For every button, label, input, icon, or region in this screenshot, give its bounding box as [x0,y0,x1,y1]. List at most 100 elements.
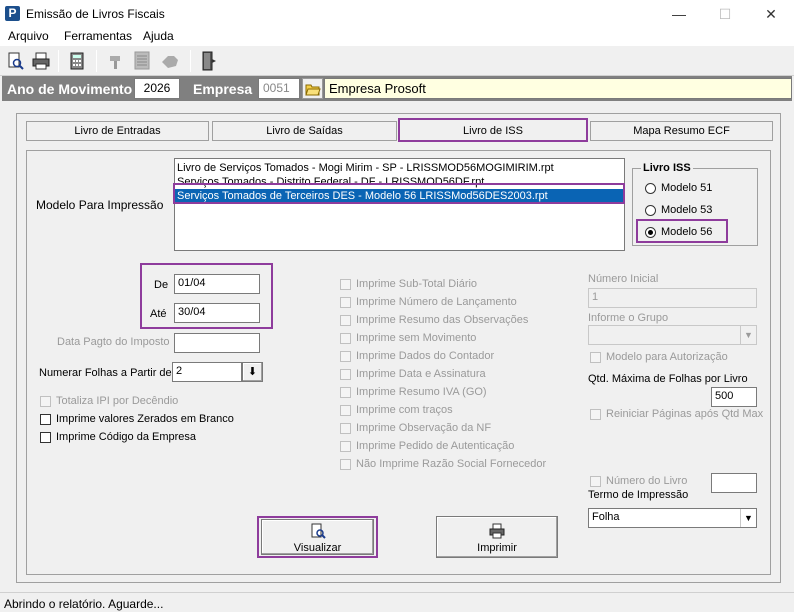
folder-open-icon[interactable] [302,78,323,99]
qtd-max-field[interactable]: 500 [711,387,757,407]
check-com-tracos[interactable]: Imprime com traços [340,401,546,419]
document-icon[interactable] [130,49,154,73]
preview-icon[interactable] [3,49,27,73]
checkbox-label: Imprime Dados do Contador [356,350,495,362]
checkbox[interactable] [40,431,51,443]
menu-bar: Arquivo Ferramentas Ajuda [0,28,794,46]
calculator-icon[interactable] [65,49,89,73]
exit-door-icon[interactable] [197,49,221,73]
checkbox[interactable] [590,408,601,420]
visualizar-label: Visualizar [293,542,342,554]
radio-button[interactable] [645,182,656,194]
hand-icon[interactable] [158,49,182,73]
check-numero-lancamento[interactable]: Imprime Número de Lançamento [340,293,546,311]
check-resumo-observacoes[interactable]: Imprime Resumo das Observações [340,311,546,329]
checkbox-label: Imprime Data e Assinatura [356,368,486,380]
print-icon [489,523,505,539]
check-resumo-iva[interactable]: Imprime Resumo IVA (GO) [340,383,546,401]
check-data-assinatura[interactable]: Imprime Data e Assinatura [340,365,546,383]
check-dados-contador[interactable]: Imprime Dados do Contador [340,347,546,365]
check-sem-movimento[interactable]: Imprime sem Movimento [340,329,546,347]
checkbox-label: Número do Livro [606,475,688,487]
radio-button[interactable] [645,204,656,216]
empresa-code-field[interactable]: 0051 [258,78,300,99]
numerar-field[interactable]: 2 [172,362,242,382]
tab-label: Mapa Resumo ECF [633,125,730,137]
menu-arquivo[interactable]: Arquivo [8,29,49,43]
radio-button-checked[interactable] [645,226,656,238]
termo-label: Termo de Impressão [588,489,689,501]
checkbox[interactable] [340,440,351,452]
check-razao-social[interactable]: Não Imprime Razão Social Fornecedor [340,455,546,473]
checkbox[interactable] [590,351,601,363]
termo-dropdown[interactable]: Folha ▼ [588,508,757,528]
checkbox[interactable] [340,422,351,434]
numero-livro-field[interactable] [711,473,757,493]
data-pagto-field[interactable] [174,333,260,353]
hammer-icon[interactable] [104,49,128,73]
imprimir-button[interactable]: Imprimir [436,516,558,558]
checkbox[interactable] [340,458,351,470]
radio-label: Modelo 56 [661,226,713,238]
visualizar-button[interactable]: Visualizar [261,519,374,555]
check-reiniciar-paginas[interactable]: Reiniciar Páginas após Qtd Max [590,408,763,420]
check-modelo-autorizacao[interactable]: Modelo para Autorização [590,351,728,363]
livro-iss-title: Livro ISS [641,162,693,174]
empresa-label: Empresa [193,81,253,97]
checkbox[interactable] [340,386,351,398]
check-valores-zerados[interactable]: Imprime valores Zerados em Branco [40,413,234,425]
check-codigo-empresa[interactable]: Imprime Código da Empresa [40,431,196,443]
radio-modelo-56[interactable]: Modelo 56 [645,226,712,238]
checkbox[interactable] [340,314,351,326]
check-observacao-nf[interactable]: Imprime Observação da NF [340,419,546,437]
checkbox[interactable] [340,296,351,308]
checkbox[interactable] [590,475,601,487]
modelo-label: Modelo Para Impressão [36,198,164,212]
chevron-down-icon[interactable]: ▼ [740,326,756,344]
minimize-button[interactable]: — [656,0,702,28]
modelo-list[interactable]: Livro de Serviços Tomados - Mogi Mirim -… [174,158,625,251]
check-pedido-autenticacao[interactable]: Imprime Pedido de Autenticação [340,437,546,455]
checkbox[interactable] [340,350,351,362]
middle-checks: Imprime Sub-Total Diário Imprime Número … [340,275,546,473]
menu-ferramentas[interactable]: Ferramentas [64,29,132,43]
de-field[interactable]: 01/04 [174,274,260,294]
checkbox[interactable] [40,395,51,407]
check-totaliza-ipi[interactable]: Totaliza IPI por Decêndio [40,395,178,407]
checkbox-label: Imprime sem Movimento [356,332,477,344]
app-icon: P [5,6,20,21]
window-title: Emissão de Livros Fiscais [26,7,165,21]
de-label: De [154,279,169,291]
radio-modelo-51[interactable]: Modelo 51 [645,182,712,194]
ano-field[interactable]: 2026 [134,78,180,99]
menu-ajuda[interactable]: Ajuda [143,29,174,43]
status-bar: Abrindo o relatório. Aguarde... [0,592,794,612]
grupo-label: Informe o Grupo [588,312,669,324]
numero-inicial-label: Número Inicial [588,273,659,285]
list-item[interactable]: Livro de Serviços Tomados - Mogi Mirim -… [175,161,624,175]
tab-livro-saidas[interactable]: Livro de Saídas [212,121,397,141]
radio-modelo-53[interactable]: Modelo 53 [645,204,712,216]
grupo-dropdown[interactable]: ▼ [588,325,757,345]
tab-mapa-resumo-ecf[interactable]: Mapa Resumo ECF [590,121,773,141]
checkbox[interactable] [340,404,351,416]
checkbox[interactable] [340,368,351,380]
checkbox[interactable] [340,278,351,290]
tab-livro-entradas[interactable]: Livro de Entradas [26,121,209,141]
tab-livro-iss[interactable]: Livro de ISS [398,118,588,142]
maximize-button[interactable]: ☐ [702,0,748,28]
imprimir-label: Imprimir [477,542,517,554]
checkbox[interactable] [340,332,351,344]
numero-inicial-field[interactable]: 1 [588,288,757,308]
print-icon[interactable] [29,49,53,73]
check-sub-total[interactable]: Imprime Sub-Total Diário [340,275,546,293]
check-numero-livro[interactable]: Número do Livro [590,475,687,487]
header-strip: Ano de Movimento 2026 Empresa 0051 Empre… [2,76,792,101]
checkbox-label: Não Imprime Razão Social Fornecedor [356,458,547,470]
tab-label: Livro de Entradas [74,125,161,137]
download-arrow-icon[interactable]: ⬇ [242,362,263,382]
close-button[interactable]: ✕ [748,0,794,28]
ate-field[interactable]: 30/04 [174,303,260,323]
checkbox[interactable] [40,413,51,425]
chevron-down-icon[interactable]: ▼ [740,509,756,527]
